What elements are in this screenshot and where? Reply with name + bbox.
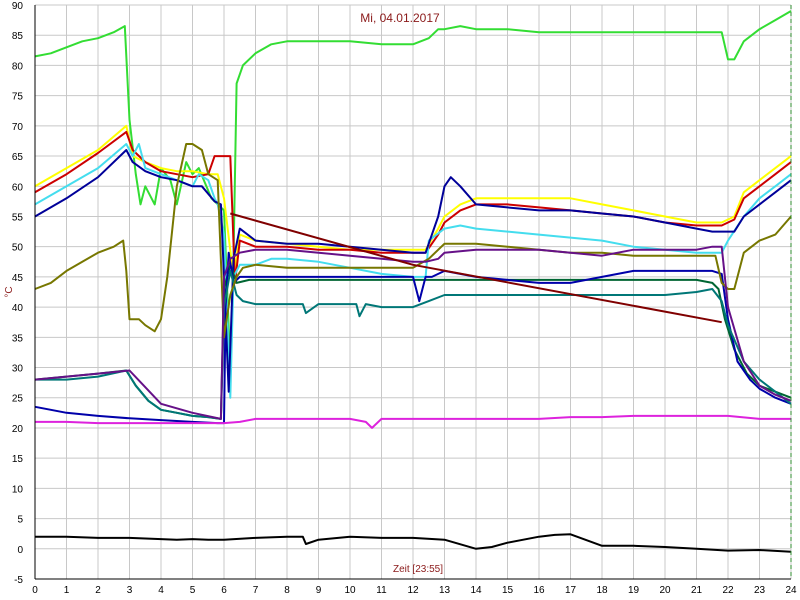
- y-tick-label: 40: [12, 303, 24, 314]
- x-axis-label: Zeit [23:55]: [393, 564, 443, 575]
- x-tick-label: 24: [785, 585, 797, 596]
- y-tick-label: 60: [12, 182, 24, 193]
- y-tick-label: 85: [12, 31, 24, 42]
- x-tick-label: 22: [722, 585, 734, 596]
- y-tick-label: 65: [12, 152, 24, 163]
- x-tick-label: 12: [407, 585, 419, 596]
- y-tick-label: 10: [12, 484, 24, 495]
- y-tick-label: 90: [12, 1, 24, 12]
- y-tick-label: 75: [12, 92, 24, 103]
- y-tick-label: 80: [12, 61, 24, 72]
- y-tick-label: -5: [14, 575, 23, 586]
- x-tick-label: 10: [344, 585, 356, 596]
- x-tick-label: 5: [190, 585, 196, 596]
- x-tick-label: 4: [158, 585, 164, 596]
- line-chart: 0 1 2 3 4 5 6 7 8 9 10 11 12 13 14 15 16 17 18 19 20 21 22 23 24…: [0, 0, 800, 600]
- x-tick-label: 17: [565, 585, 577, 596]
- x-tick-label: 6: [221, 585, 227, 596]
- x-tick-label: 9: [316, 585, 322, 596]
- x-tick-label: 0: [32, 585, 38, 596]
- y-tick-label: 45: [12, 273, 24, 284]
- chart-background: [0, 0, 800, 600]
- y-tick-label: 50: [12, 243, 24, 254]
- y-tick-label: 0: [17, 545, 23, 556]
- x-tick-label: 13: [439, 585, 451, 596]
- y-tick-label: 15: [12, 454, 24, 465]
- y-tick-label: 35: [12, 333, 24, 344]
- x-tick-label: 3: [127, 585, 133, 596]
- x-tick-label: 1: [64, 585, 70, 596]
- y-tick-label: 30: [12, 364, 24, 375]
- y-tick-label: 5: [17, 515, 23, 526]
- y-tick-label: 20: [12, 424, 24, 435]
- x-tick-label: 7: [253, 585, 259, 596]
- x-tick-label: 16: [533, 585, 545, 596]
- x-tick-label: 11: [376, 585, 387, 596]
- x-tick-label: 14: [470, 585, 482, 596]
- x-tick-label: 21: [691, 585, 703, 596]
- y-axis-label: °C: [4, 286, 15, 297]
- x-tick-label: 8: [284, 585, 290, 596]
- y-tick-label: 25: [12, 394, 24, 405]
- x-tick-label: 15: [502, 585, 514, 596]
- chart-title: Mi, 04.01.2017: [360, 11, 440, 25]
- x-tick-label: 23: [754, 585, 766, 596]
- x-tick-label: 20: [659, 585, 671, 596]
- chart-container: 0 1 2 3 4 5 6 7 8 9 10 11 12 13 14 15 16 17 18 19 20 21 22 23 24…: [0, 0, 800, 600]
- x-tick-label: 2: [95, 585, 101, 596]
- y-tick-label: 55: [12, 212, 24, 223]
- x-tick-label: 19: [628, 585, 640, 596]
- y-tick-label: 70: [12, 122, 24, 133]
- x-tick-label: 18: [596, 585, 608, 596]
